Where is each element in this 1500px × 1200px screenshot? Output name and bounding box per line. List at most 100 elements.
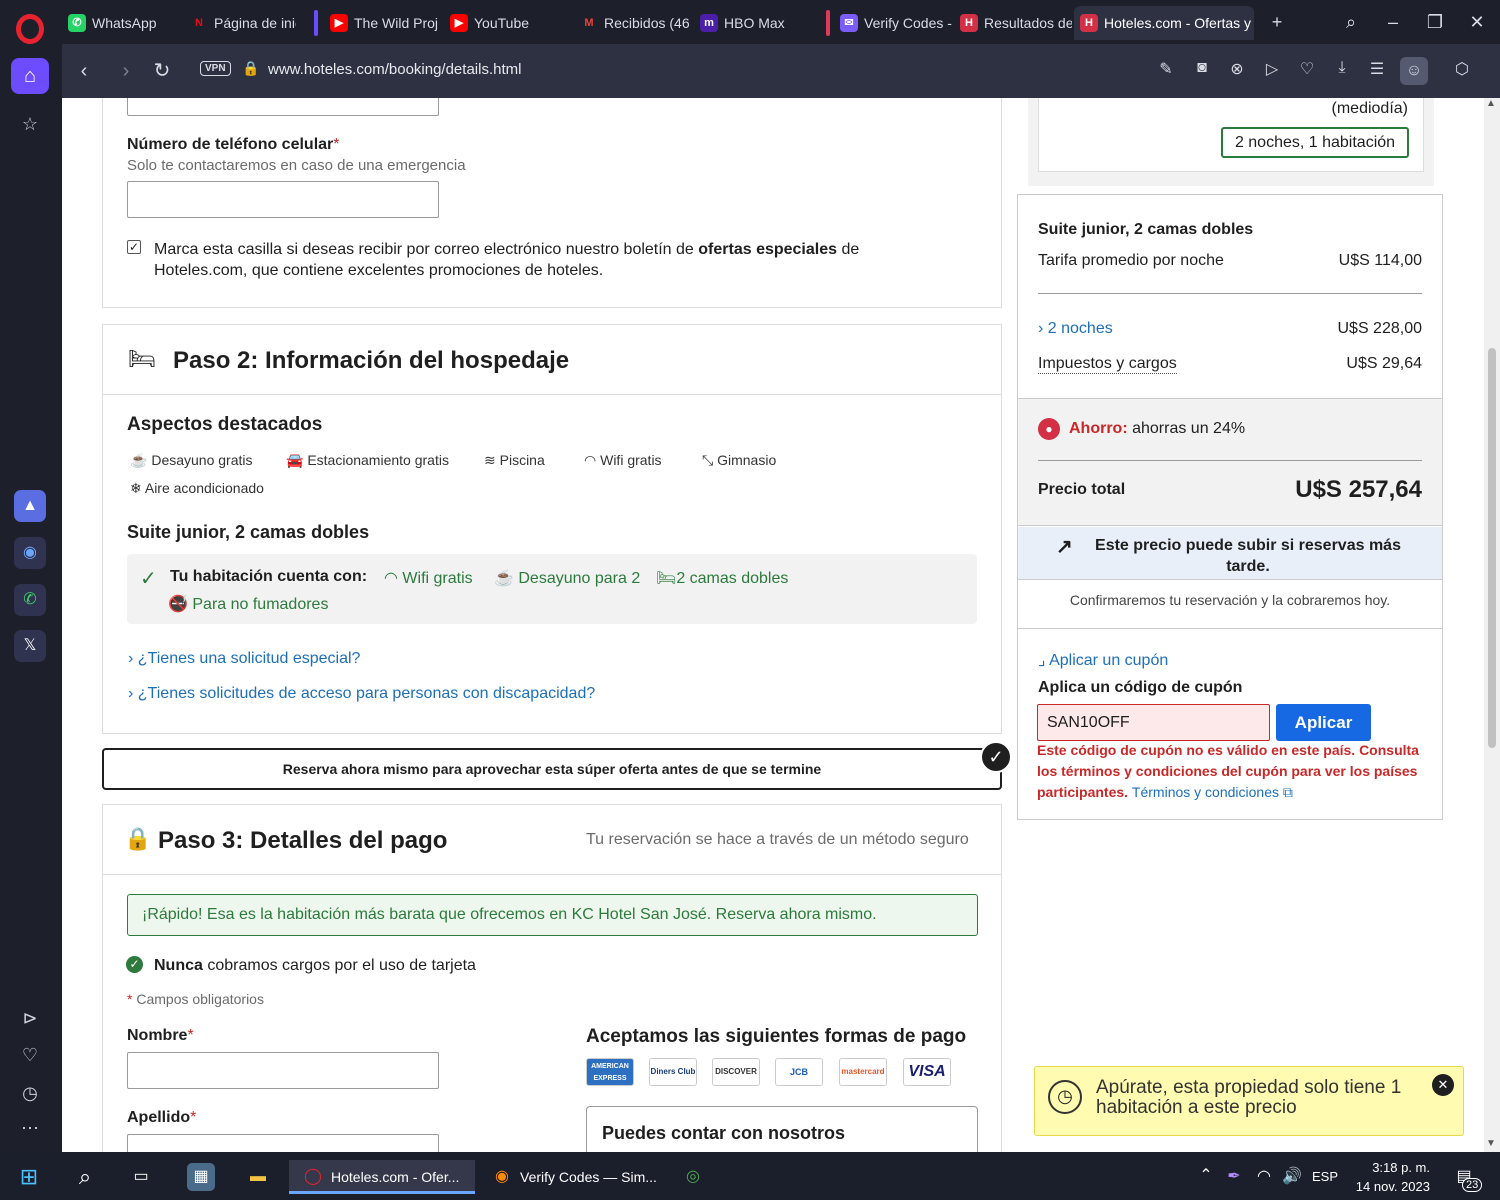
profile-icon[interactable]: ☺ [1400, 57, 1428, 85]
adblock-icon[interactable]: ⊗ [1225, 59, 1249, 79]
checkout-time: (mediodía) [1331, 100, 1408, 117]
bed-icon: 🛏 [128, 346, 156, 371]
apply-coupon-button[interactable]: Aplicar [1276, 704, 1371, 741]
phone-input[interactable] [127, 181, 439, 218]
chrome-icon[interactable]: ◎ [679, 1163, 707, 1191]
reload-icon[interactable]: ↻ [148, 58, 176, 84]
accessibility-request-link[interactable]: › ¿Tienes solicitudes de acceso para per… [128, 685, 595, 703]
tab-whatsapp[interactable]: ✆ WhatsApp [62, 6, 174, 40]
wifi-tray-icon[interactable]: ◠ [1250, 1163, 1278, 1191]
last-name-input[interactable] [127, 1134, 439, 1152]
total-label: Precio total [1038, 481, 1126, 498]
restore-icon[interactable]: ❐ [1420, 8, 1450, 36]
forward-icon[interactable]: › [112, 58, 140, 84]
messenger-icon[interactable]: ◉ [14, 537, 46, 569]
first-name-input[interactable] [127, 1052, 439, 1089]
check-circle-icon: ✓ [126, 956, 143, 973]
player-icon[interactable]: ⊳ [18, 1006, 42, 1030]
apply-coupon-toggle[interactable]: ⌟ Aplicar un cupón [1038, 650, 1168, 670]
heart-icon[interactable]: ♡ [18, 1043, 42, 1067]
home-icon[interactable]: ⌂ [11, 58, 49, 94]
whatsapp-icon: ✆ [68, 14, 86, 32]
search-tabs-icon[interactable]: ⌕ [1336, 8, 1366, 36]
tab-netflix[interactable]: N Página de inic [184, 6, 296, 40]
diners-icon: Diners Club [649, 1058, 697, 1086]
coffee-icon: ☕ [494, 570, 519, 587]
minimize-icon[interactable]: – [1378, 8, 1408, 36]
flow-icon[interactable]: ▷ [1260, 59, 1284, 79]
tab-verify-codes[interactable]: ✉ Verify Codes - [834, 6, 952, 40]
tab-group-indicator [314, 10, 318, 36]
tab-hbomax[interactable]: m HBO Max [694, 6, 814, 40]
room-feature-wifi: ◠ Wifi gratis [384, 570, 473, 587]
search-icon[interactable]: ⌕ [71, 1163, 99, 1191]
close-toast-icon[interactable]: ✕ [1432, 1074, 1454, 1096]
taxes-label[interactable]: Impuestos y cargos [1038, 355, 1177, 374]
nights-toggle[interactable]: › 2 noches [1038, 320, 1113, 338]
download-icon[interactable]: ⤓ [1330, 59, 1354, 77]
total-value: U$S 257,64 [1295, 476, 1422, 503]
room-feature-breakfast: ☕ Desayuno para 2 [494, 570, 641, 587]
file-explorer-icon[interactable]: ▬ [244, 1163, 272, 1191]
x-twitter-icon[interactable]: 𝕏 [14, 630, 46, 662]
new-tab-icon[interactable]: + [1262, 8, 1292, 36]
firefox-icon: ◉ [495, 1168, 509, 1185]
notification-count-badge: 23 [1462, 1178, 1483, 1192]
chevron-right-icon: › [128, 650, 134, 667]
price-warning-text: Este precio puede subir si reservas más … [1095, 537, 1401, 575]
car-icon: 🚘 [286, 452, 308, 468]
pen-icon[interactable]: ✒ [1220, 1163, 1248, 1191]
hoteles-icon: H [1080, 14, 1098, 32]
more-dots-icon[interactable]: ⋯ [18, 1116, 42, 1140]
lock-icon[interactable]: 🔒 [242, 60, 259, 77]
newsletter-checkbox[interactable]: ✓ [127, 240, 141, 254]
cheapest-room-notice: ¡Rápido! Esa es la habitación más barata… [127, 894, 978, 936]
previous-input[interactable] [127, 98, 439, 116]
favorite-heart-icon[interactable]: ♡ [1295, 59, 1319, 79]
tab-gmail[interactable]: M Recibidos (46 [574, 6, 694, 40]
extensions-cube-icon[interactable]: ⬡ [1450, 59, 1474, 79]
page-scrollbar[interactable]: ▲ ▼ [1484, 98, 1500, 1152]
opera-logo-icon[interactable] [16, 14, 44, 44]
tab-hoteles-active[interactable]: H Hoteles.com - Ofertas y [1074, 6, 1254, 40]
taskbar-app-firefox[interactable]: ◉ Verify Codes — Sim... [478, 1160, 664, 1194]
language-indicator[interactable]: ESP [1312, 1160, 1338, 1194]
easy-setup-icon[interactable]: ☰ [1365, 59, 1389, 79]
terms-link[interactable]: Términos y condiciones ⧉ [1132, 784, 1293, 800]
edit-icon[interactable]: ✎ [1154, 59, 1178, 79]
netflix-icon: N [195, 17, 203, 29]
task-view-icon[interactable]: ▭ [127, 1163, 155, 1191]
taskbar-app-opera[interactable]: ◯ Hoteles.com - Ofer... [289, 1160, 475, 1194]
close-window-icon[interactable]: ✕ [1462, 8, 1492, 36]
back-icon[interactable]: ‹ [70, 58, 98, 84]
trust-title: Puedes contar con nosotros [602, 1123, 846, 1143]
whatsapp-sidebar-icon[interactable]: ✆ [14, 584, 46, 616]
first-name-label: Nombre* [127, 1027, 194, 1044]
aria-icon[interactable]: ▲ [14, 490, 46, 522]
special-request-link[interactable]: › ¿Tienes una solicitud especial? [128, 650, 360, 668]
opera-sidebar: ⌂ ☆ ▲ ◉ ✆ 𝕏 ⊳ ♡ ◷ ⋯ [0, 0, 62, 1152]
scroll-down-icon[interactable]: ▼ [1486, 1138, 1496, 1149]
windows-taskbar: ⊞ ⌕ ▭ ▦ ▬ ◯ Hoteles.com - Ofer... ◉ Verify… [0, 1152, 1500, 1200]
scroll-thumb[interactable] [1488, 348, 1496, 748]
history-clock-icon[interactable]: ◷ [18, 1081, 42, 1105]
scroll-up-icon[interactable]: ▲ [1486, 98, 1496, 109]
tab-youtube[interactable]: ▶ YouTube [444, 6, 564, 40]
windows-start-icon[interactable]: ⊞ [15, 1163, 43, 1191]
camera-icon[interactable]: ◙ [1190, 59, 1214, 77]
calculator-icon[interactable]: ▦ [187, 1163, 215, 1191]
tab-resultados[interactable]: H Resultados de [954, 6, 1072, 40]
no-smoking-icon: 🚭 [168, 596, 193, 613]
volume-icon[interactable]: 🔊 [1278, 1163, 1306, 1191]
show-hidden-icons-chevron-icon[interactable]: ⌃ [1192, 1162, 1220, 1190]
vpn-badge[interactable]: VPN [200, 61, 231, 76]
coupon-input[interactable]: SAN10OFF [1037, 704, 1270, 741]
clock[interactable]: 3:18 p. m. 14 nov. 2023 [1350, 1158, 1430, 1196]
bookmarks-star-icon[interactable]: ☆ [18, 112, 42, 136]
tab-wild-project[interactable]: ▶ The Wild Proj [324, 6, 444, 40]
padlock-icon: 🔒 [124, 826, 152, 851]
youtube-icon: ▶ [330, 14, 348, 32]
required-fields-note: * Campos obligatorios [127, 991, 264, 1007]
url-field[interactable]: www.hoteles.com/booking/details.html [268, 61, 521, 78]
stay-badge: 2 noches, 1 habitación [1221, 127, 1409, 158]
